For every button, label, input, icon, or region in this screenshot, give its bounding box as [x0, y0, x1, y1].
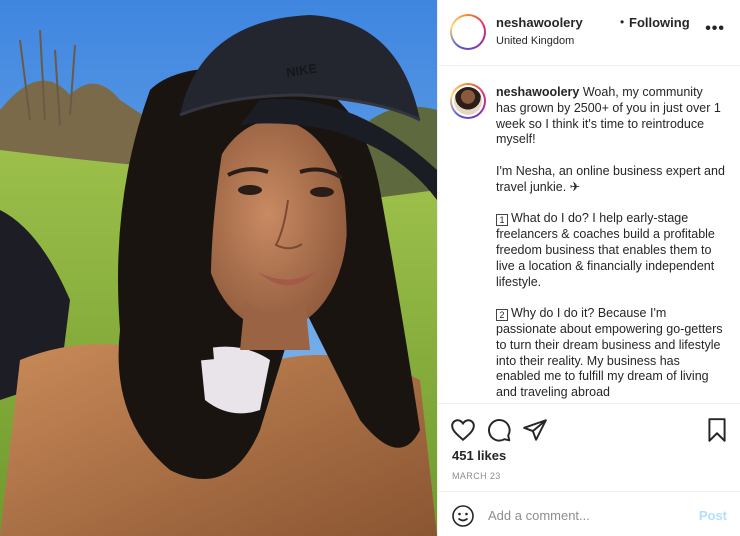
emoji-icon[interactable] — [451, 504, 475, 528]
post-comment-button[interactable]: Post — [699, 508, 727, 523]
number-two-emoji: 2 — [496, 309, 508, 322]
heart-icon[interactable] — [450, 417, 476, 443]
instagram-post: NIKE neshawoolery • Following United Kin… — [0, 0, 740, 536]
caption-username[interactable]: neshawoolery — [496, 85, 579, 99]
number-one-emoji: 1 — [496, 214, 508, 227]
action-bar: 451 likes MARCH 23 — [438, 403, 740, 491]
avatar-image — [454, 18, 482, 46]
post-photo[interactable]: NIKE — [0, 0, 437, 536]
following-button[interactable]: Following — [629, 15, 690, 30]
share-icon[interactable] — [522, 417, 548, 443]
caption-paragraph-2: I'm Nesha, an online business expert and… — [496, 163, 725, 194]
location-link[interactable]: United Kingdom — [496, 35, 574, 47]
caption-paragraph-3: What do I do? I help early-stage freelan… — [496, 211, 715, 289]
post-side-panel: neshawoolery • Following United Kingdom … — [437, 0, 740, 536]
bookmark-icon[interactable] — [704, 417, 730, 443]
comment-icon[interactable] — [486, 417, 512, 443]
caption-paragraph-4: Why do I do it? Because I'm passionate a… — [496, 306, 723, 400]
comment-bar: Post — [438, 491, 740, 536]
header-username[interactable]: neshawoolery — [496, 15, 583, 30]
avatar[interactable] — [450, 14, 486, 50]
likes-count[interactable]: 451 likes — [452, 448, 506, 463]
avatar-image — [454, 87, 482, 115]
caption-avatar[interactable] — [450, 83, 486, 119]
post-date[interactable]: MARCH 23 — [452, 471, 501, 481]
selfie-image: NIKE — [0, 0, 437, 536]
separator-dot: • — [620, 15, 625, 29]
more-options-icon[interactable]: ••• — [705, 20, 725, 38]
post-header: neshawoolery • Following United Kingdom … — [438, 0, 740, 66]
caption-area: neshawoolery Woah, my community has grow… — [438, 67, 740, 403]
caption-text: neshawoolery Woah, my community has grow… — [496, 85, 726, 403]
comment-input[interactable] — [488, 504, 688, 526]
